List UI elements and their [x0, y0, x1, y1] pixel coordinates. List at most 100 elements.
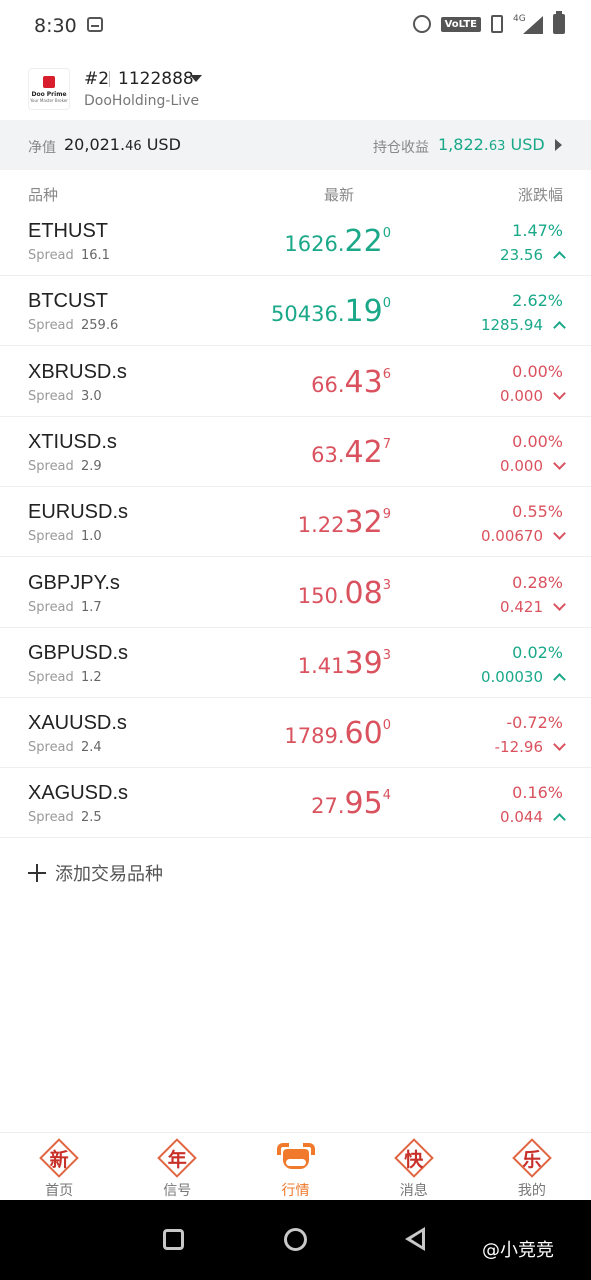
status-icons: VoLTE 4G [412, 11, 565, 34]
nav-label: 首页 [45, 1183, 74, 1199]
quote-price: 66.436 [311, 365, 391, 400]
spread-label: Spread [28, 318, 74, 334]
column-change[interactable]: 涨跌幅 [518, 184, 563, 205]
chevron-down-icon [553, 738, 566, 751]
price-sup: 6 [382, 366, 391, 382]
account-id[interactable]: 1122888 [118, 69, 194, 89]
quote-change-value: 0.044 [500, 808, 543, 827]
price-sup: 4 [382, 788, 391, 804]
nav-item-0[interactable]: 新首页 [0, 1133, 118, 1200]
spread-label: Spread [28, 388, 74, 404]
price-big: 43 [344, 364, 383, 400]
price-main: 1.41 [297, 653, 345, 678]
column-symbol: 品种 [28, 186, 59, 204]
quote-change-value: 1285.94 [480, 316, 543, 335]
quote-symbol: GBPJPY.s [28, 571, 120, 594]
quote-row[interactable]: GBPUSD.s Spread 1.2 1.41393 0.02% 0.00030 [0, 628, 591, 698]
spread-label: Spread [28, 248, 74, 263]
quote-row[interactable]: EURUSD.s Spread 1.0 1.22329 0.55% 0.00670 [0, 487, 591, 558]
chevron-down-icon [553, 527, 566, 541]
battery-icon [553, 11, 565, 34]
chevron-right-icon[interactable] [555, 139, 562, 151]
add-symbol-button[interactable]: 添加交易品种 [28, 858, 163, 888]
spread-value: 2.4 [81, 740, 102, 756]
account-divider [109, 71, 110, 87]
chevron-up-icon [553, 672, 566, 686]
quote-symbol: XBRUSD.s [28, 360, 127, 383]
quote-change-value: 0.00670 [480, 527, 543, 546]
spread-label: Spread [28, 458, 74, 474]
quote-change-percent: 2.62% [512, 291, 563, 311]
price-main: 1789. [284, 724, 345, 749]
spread-label: Spread [28, 599, 74, 615]
quote-row[interactable]: XAGUSD.s Spread 2.5 27.954 0.16% 0.044 [0, 768, 591, 839]
alarm-icon [412, 15, 431, 33]
chevron-up-icon [553, 251, 566, 264]
account-header[interactable]: Doo Prime Your Master Broker #2 1122888 … [0, 60, 591, 120]
price-sup: 7 [382, 436, 391, 452]
price-big: 08 [344, 575, 383, 611]
quote-symbol: ETHUST [28, 220, 108, 242]
nav-item-2[interactable]: 行情 [236, 1133, 354, 1200]
price-big: 39 [344, 645, 383, 681]
quote-change-value: 0.421 [500, 597, 543, 616]
spread-label: Spread [28, 810, 74, 826]
nav-item-1[interactable]: 年信号 [118, 1133, 236, 1200]
position-pl-label: 持仓收益 [373, 140, 429, 156]
quote-change-percent: 0.55% [512, 502, 563, 522]
price-big: 60 [344, 716, 383, 752]
account-dropdown-icon[interactable] [190, 75, 202, 82]
nav-label: 信号 [163, 1183, 192, 1199]
position-pl-value: 1,822.63 USD [438, 135, 545, 154]
account-number: #2 [84, 69, 110, 89]
spread-value: 1.2 [81, 669, 102, 685]
back-icon-inner [411, 1232, 422, 1246]
quote-symbol: BTCUST [28, 290, 108, 313]
add-symbol-label: 添加交易品种 [55, 864, 163, 885]
price-main: 50436. [271, 302, 345, 327]
recents-icon[interactable] [163, 1229, 184, 1250]
quote-row[interactable]: XTIUSD.s Spread 2.9 63.427 0.00% 0.000 [0, 417, 591, 487]
quote-row[interactable]: BTCUST Spread 259.6 50436.190 2.62% 1285.94 [0, 276, 591, 347]
price-sup: 9 [382, 507, 391, 523]
nav-label: 行情 [281, 1183, 310, 1199]
price-big: 22 [344, 224, 383, 259]
quote-row[interactable]: GBPJPY.s Spread 1.7 150.083 0.28% 0.421 [0, 558, 591, 628]
quote-row[interactable]: ETHUST Spread 16.1 1626.220 1.47% 23.56 [0, 206, 591, 276]
quote-change-percent: 0.16% [512, 783, 563, 803]
price-sup: 0 [382, 296, 391, 312]
spread-label: Spread [28, 669, 74, 685]
quote-symbol: GBPUSD.s [28, 641, 129, 664]
quote-change-value: 0.000 [500, 386, 543, 405]
quote-price: 1.41393 [298, 646, 391, 681]
logo-text: Doo Prime [31, 90, 67, 98]
spread-value: 259.6 [81, 318, 119, 334]
quote-change-value: 0.000 [500, 456, 543, 475]
home-icon[interactable] [284, 1228, 307, 1251]
price-main: 1.22 [297, 513, 345, 538]
new-year-diamond-icon: 年 [157, 1138, 198, 1178]
nav-item-4[interactable]: 乐我的 [473, 1133, 591, 1200]
quote-row[interactable]: XAUUSD.s Spread 2.4 1789.600 -0.72% -12.96 [0, 698, 591, 769]
chevron-down-icon [553, 386, 566, 400]
column-price[interactable]: 最新 [324, 184, 354, 205]
nav-label: 消息 [399, 1183, 428, 1199]
nav-label: 我的 [517, 1183, 546, 1199]
quote-symbol: XAUUSD.s [28, 712, 127, 735]
quote-row[interactable]: XBRUSD.s Spread 3.0 66.436 0.00% 0.000 [0, 347, 591, 417]
equity-label: 净值 [28, 140, 56, 156]
account-server: DooHolding-Live [84, 93, 200, 109]
nav-item-3[interactable]: 快消息 [355, 1133, 473, 1200]
equity-bar[interactable]: 净值 20,021.46 USD 持仓收益 1,822.63 USD [0, 120, 591, 170]
quote-change-value: -12.96 [494, 738, 543, 757]
price-main: 66. [311, 372, 345, 397]
quote-symbol: EURUSD.s [28, 501, 129, 524]
status-time: 8:30 [34, 15, 77, 37]
chevron-up-icon [553, 321, 566, 335]
quote-change-percent: 0.28% [512, 572, 563, 592]
quote-price: 1626.220 [284, 224, 391, 259]
price-big: 19 [344, 294, 383, 330]
price-main: 150. [297, 583, 345, 608]
price-main: 1626. [284, 232, 345, 256]
price-sup: 3 [382, 577, 391, 593]
